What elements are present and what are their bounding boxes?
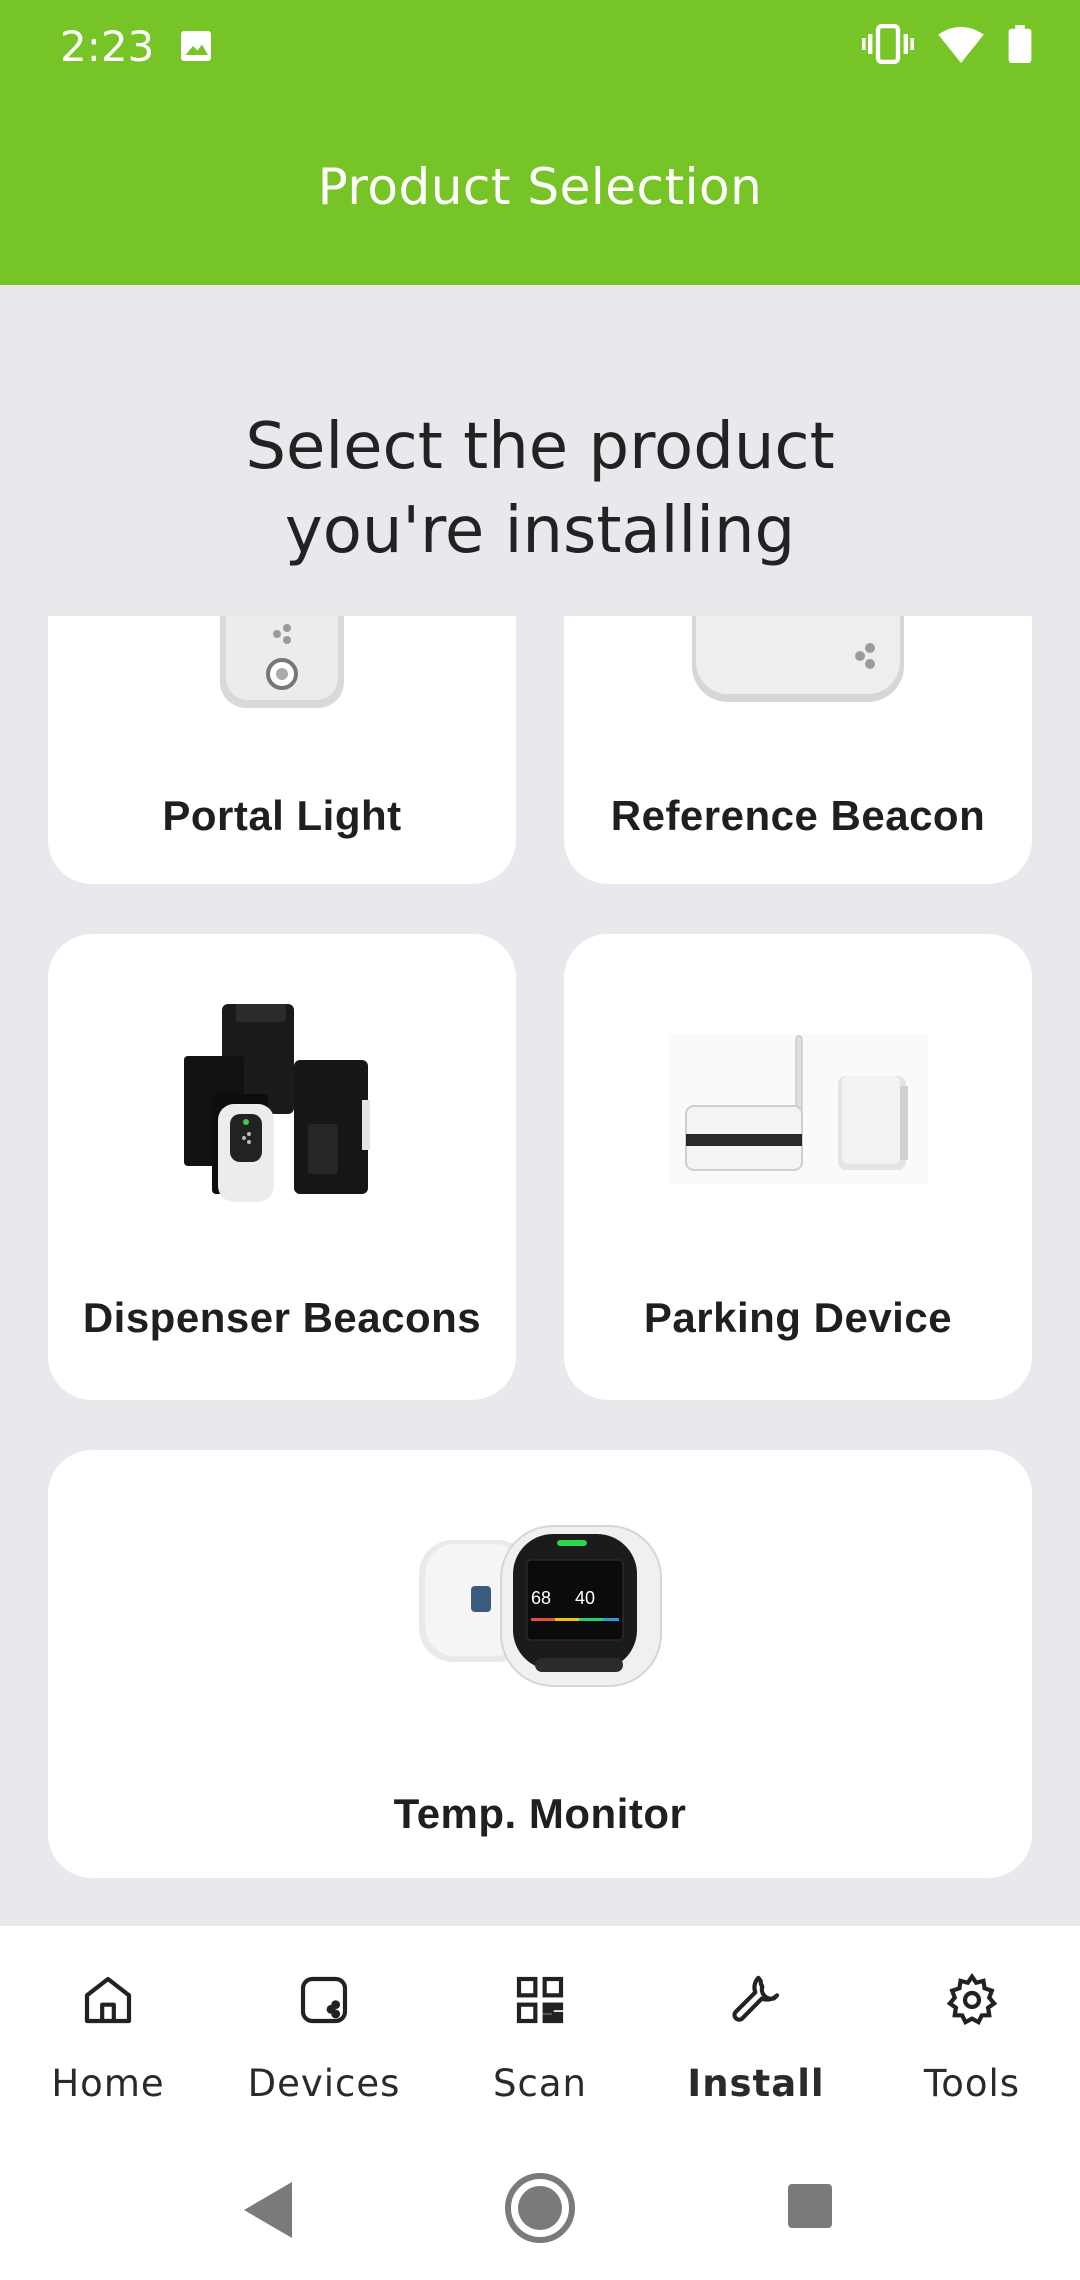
qr-code-icon [512,1972,568,2033]
nav-label: Home [51,2062,165,2105]
product-label: Parking Device [643,1294,953,1341]
page-title: Product Selection [317,158,763,216]
heading-line-1: Select the product [245,410,835,484]
nav-label: Tools [923,2062,1021,2105]
system-navigation-bar [0,2148,1080,2280]
product-label: Portal Light [162,792,402,839]
nav-install[interactable]: Install [648,1926,864,2136]
nav-label: Scan [493,2062,587,2105]
vibrate-icon [862,23,914,69]
image-notification-icon [178,28,214,69]
gear-icon [944,1972,1000,2033]
nav-label: Install [687,2062,825,2105]
home-icon [80,1972,136,2033]
product-label: Dispenser Beacons [82,1294,482,1341]
battery-icon [1008,25,1032,68]
nav-home[interactable]: Home [0,1926,216,2136]
back-icon[interactable] [240,2178,296,2247]
product-card-portal-light[interactable]: Portal Light [48,616,516,884]
recents-icon[interactable] [786,2182,834,2235]
wifi-icon [938,25,984,68]
product-card-dispenser-beacons[interactable]: Dispenser Beacons [48,934,516,1400]
product-card-temp-monitor[interactable]: 68 40 Temp. Monitor [48,1450,1032,1878]
product-card-parking-device[interactable]: Parking Device [564,934,1032,1400]
instruction-heading: Select the product you're installing [0,405,1080,573]
nav-label: Devices [247,2062,401,2105]
temp-monitor-image: 68 40 [419,1525,662,1687]
portal-light-image [220,616,344,708]
status-time: 2:23 [60,22,155,71]
wrench-icon [728,1972,784,2033]
product-label: Temp. Monitor [393,1790,687,1837]
device-icon [296,1972,352,2033]
parking-device-image [668,1034,928,1184]
reference-beacon-image [692,616,904,702]
nav-tools[interactable]: Tools [864,1926,1080,2136]
reading-humidity: 40 [575,1588,595,1608]
product-grid: Portal Light Reference Beacon Dispenser … [0,616,1080,1926]
home-circle-icon[interactable] [504,2172,576,2249]
heading-line-2: you're installing [284,494,796,568]
dispenser-beacons-image [184,1004,370,1202]
product-card-reference-beacon[interactable]: Reference Beacon [564,616,1032,884]
app-header: 2:23 Product Selection [0,0,1080,285]
reading-temperature: 68 [531,1588,551,1608]
product-label: Reference Beacon [610,792,986,839]
nav-devices[interactable]: Devices [216,1926,432,2136]
nav-scan[interactable]: Scan [432,1926,648,2136]
